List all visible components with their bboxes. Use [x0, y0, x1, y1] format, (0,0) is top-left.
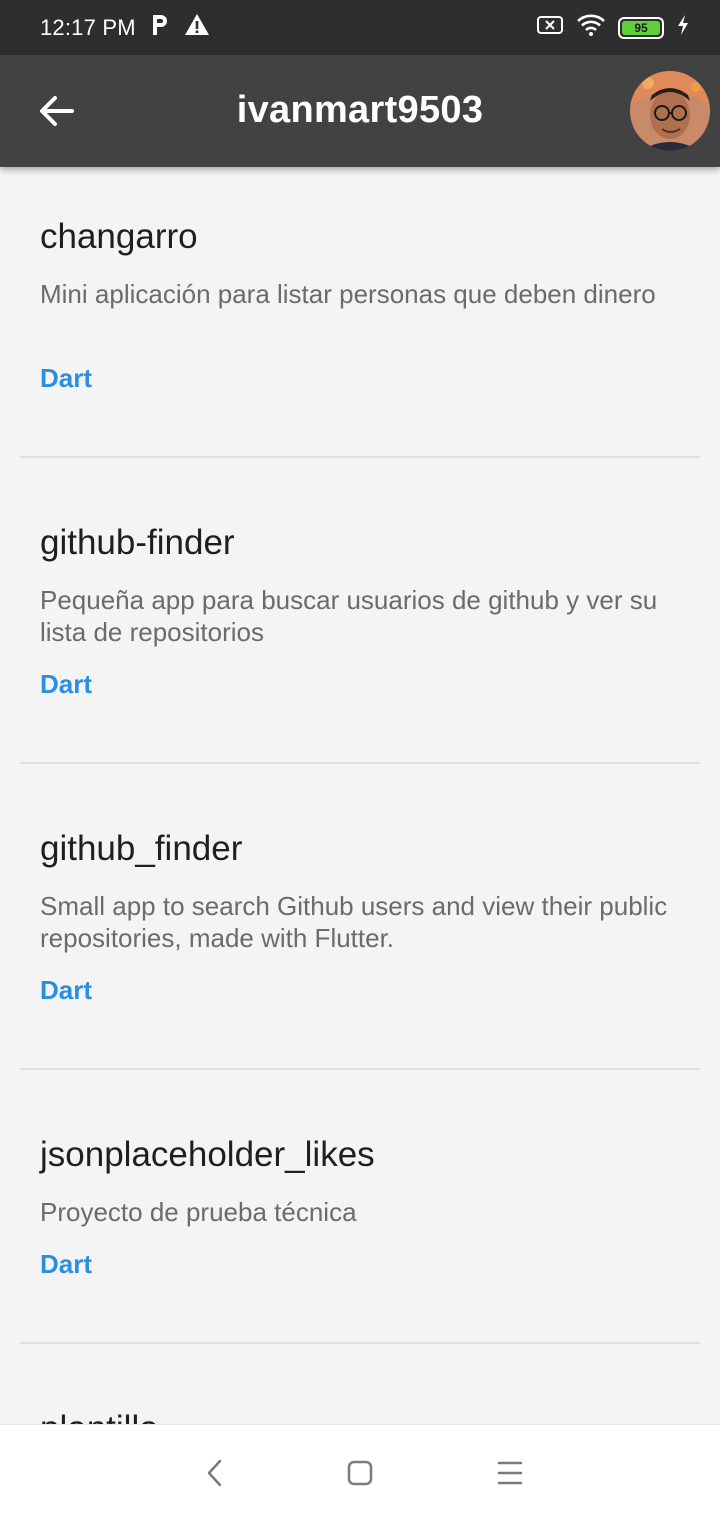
nav-back-button[interactable]	[194, 1455, 234, 1491]
repo-language: Dart	[40, 669, 93, 699]
status-bar: 12:17 PM 95	[0, 0, 720, 55]
status-left: 12:17 PM	[40, 13, 210, 42]
parking-icon	[150, 13, 170, 42]
repo-description: Mini aplicación para listar personas que…	[40, 279, 656, 309]
repo-item-github-finder-flutter[interactable]: github_finder Small app to search Github…	[20, 764, 700, 1070]
repo-list: changarro Mini aplicación para listar pe…	[0, 167, 720, 1424]
nav-menu-icon	[497, 1461, 523, 1485]
status-time: 12:17 PM	[40, 14, 136, 40]
page-title: ivanmart9503	[236, 89, 484, 131]
system-nav-bar	[0, 1424, 720, 1520]
avatar[interactable]	[630, 71, 710, 151]
nav-menu-button[interactable]	[490, 1455, 530, 1491]
repo-description: Pequeña app para buscar usuarios de gith…	[40, 585, 658, 647]
nav-home-button[interactable]	[340, 1455, 380, 1491]
repo-name: github_finder	[40, 829, 243, 868]
charging-icon	[676, 14, 690, 41]
app-bar: ivanmart9503	[0, 55, 720, 167]
repo-name: github-finder	[40, 523, 235, 562]
nav-home-icon	[347, 1460, 373, 1486]
repo-name: plantilla	[40, 1409, 159, 1424]
battery-level: 95	[622, 20, 660, 35]
battery-icon: 95	[618, 16, 664, 39]
repo-description: Small app to search Github users and vie…	[40, 891, 668, 953]
warning-icon	[184, 13, 210, 42]
repo-name: jsonplaceholder_likes	[40, 1135, 375, 1174]
repo-description: Proyecto de prueba técnica	[40, 1197, 357, 1227]
no-sim-icon	[536, 14, 564, 41]
repo-language: Dart	[40, 975, 93, 1005]
nav-back-icon	[207, 1459, 222, 1487]
wifi-icon	[576, 13, 606, 42]
repo-item-changarro[interactable]: changarro Mini aplicación para listar pe…	[20, 167, 700, 458]
repo-language: Dart	[40, 1249, 93, 1279]
repo-item-github-finder[interactable]: github-finder Pequeña app para buscar us…	[20, 458, 700, 764]
repo-language: Dart	[40, 363, 93, 393]
repo-item-plantilla[interactable]: plantilla	[20, 1344, 700, 1424]
repo-item-jsonplaceholder-likes[interactable]: jsonplaceholder_likes Proyecto de prueba…	[20, 1070, 700, 1344]
status-right: 95	[536, 13, 690, 42]
repo-name: changarro	[40, 217, 198, 256]
